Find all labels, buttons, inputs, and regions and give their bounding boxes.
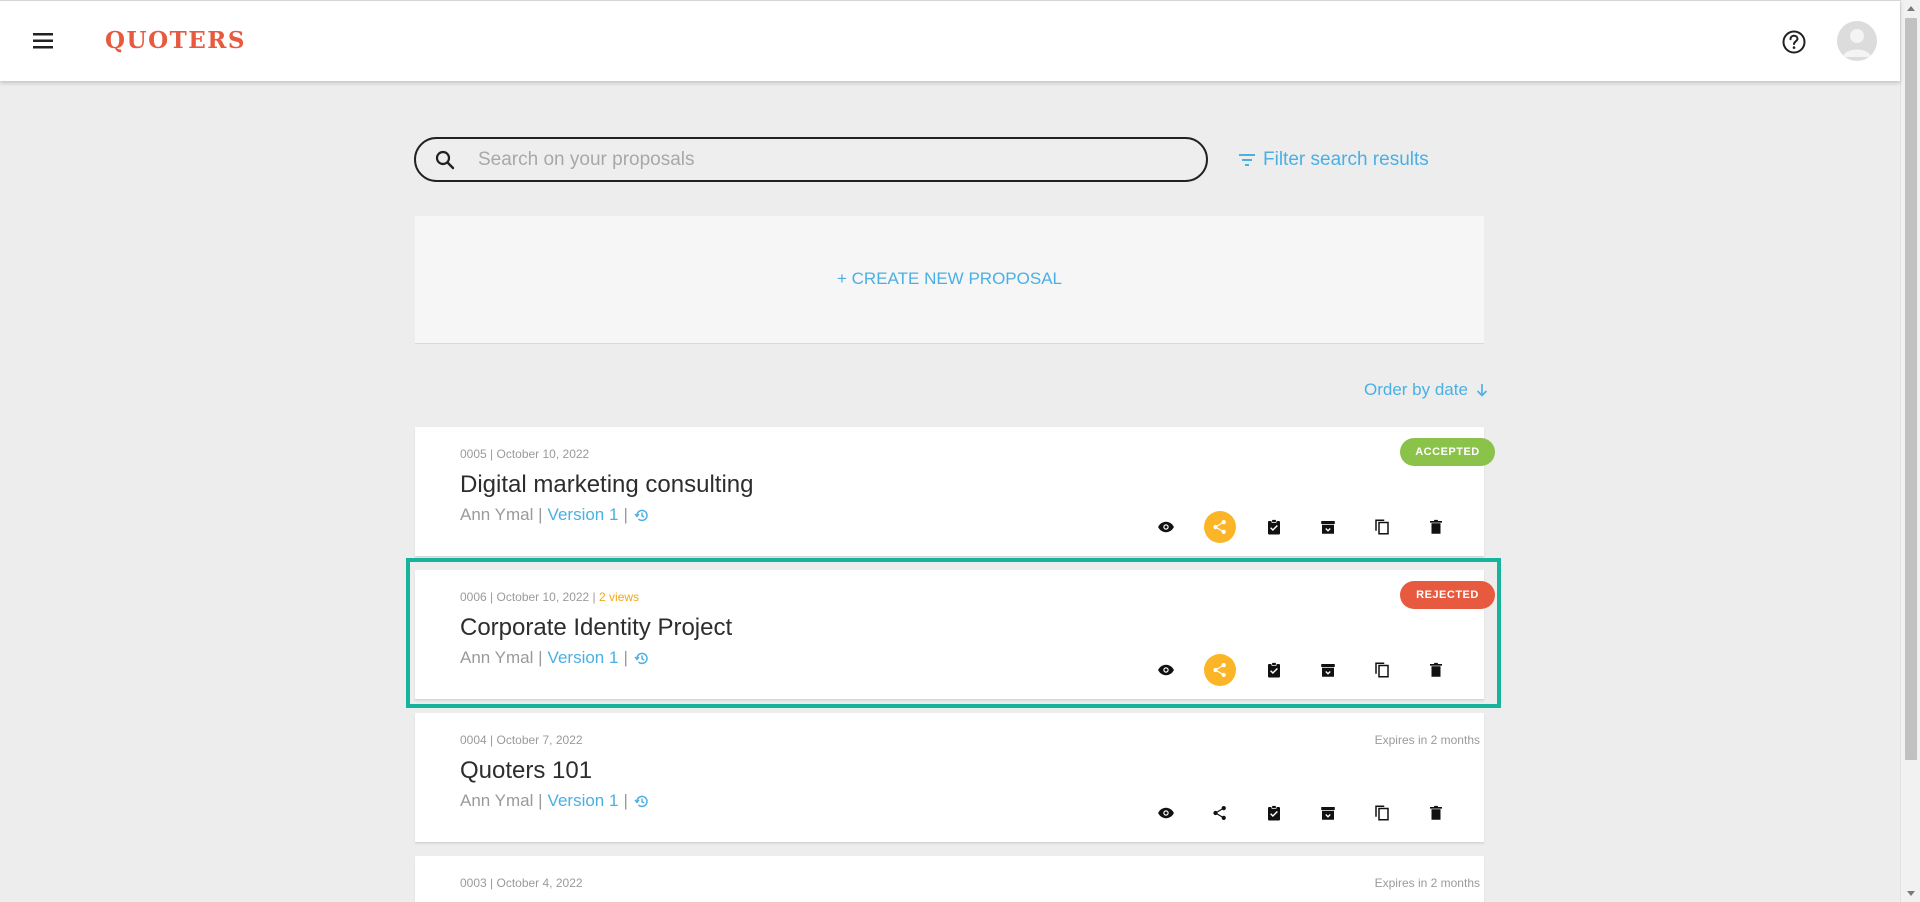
trash-icon — [1430, 519, 1442, 534]
eye-icon — [1158, 807, 1174, 819]
proposal-title[interactable]: Digital marketing consulting — [460, 471, 753, 499]
copy-icon — [1375, 519, 1389, 535]
archive-button[interactable] — [1312, 511, 1344, 543]
archive-button[interactable] — [1312, 797, 1344, 829]
eye-icon — [1158, 521, 1174, 533]
mark-complete-button[interactable] — [1258, 797, 1290, 829]
proposal-owner: Ann Ymal | — [460, 505, 543, 524]
proposal-card[interactable]: 0005 | October 10, 2022 Digital marketin… — [415, 427, 1495, 557]
trash-icon — [1430, 805, 1442, 820]
history-icon[interactable] — [634, 508, 649, 523]
delete-button[interactable] — [1420, 797, 1452, 829]
app-header: QUOTERS — [0, 0, 1900, 81]
expiry-text: Expires in 2 months — [1374, 876, 1480, 890]
delete-button[interactable] — [1420, 511, 1452, 543]
page-scrollbar[interactable] — [1900, 0, 1920, 902]
avatar[interactable] — [1837, 21, 1877, 61]
help-icon[interactable] — [1780, 28, 1808, 56]
search-icon — [434, 149, 456, 171]
scroll-down-arrow-icon[interactable] — [1907, 891, 1915, 896]
create-proposal-panel: + CREATE NEW PROPOSAL — [415, 216, 1484, 344]
create-new-proposal-button[interactable]: + CREATE NEW PROPOSAL — [415, 269, 1484, 289]
history-icon[interactable] — [634, 794, 649, 809]
scroll-thumb[interactable] — [1905, 18, 1917, 760]
separator: | — [623, 791, 628, 810]
share-button[interactable] — [1204, 797, 1236, 829]
share-icon — [1213, 520, 1226, 534]
selection-highlight — [406, 558, 1501, 708]
view-button[interactable] — [1150, 797, 1182, 829]
proposal-meta: 0005 | October 10, 2022 — [460, 447, 590, 461]
proposal-title[interactable]: Quoters 101 — [460, 757, 592, 785]
clipboard-check-icon — [1268, 805, 1280, 821]
proposal-version-link[interactable]: Version 1 — [548, 791, 619, 811]
proposal-version-link[interactable]: Version 1 — [548, 505, 619, 525]
order-by-date-button[interactable]: Order by date — [1364, 380, 1488, 400]
proposal-subtitle: Ann Ymal | Version 1 | — [460, 505, 649, 525]
share-button[interactable] — [1204, 511, 1236, 543]
expiry-text: Expires in 2 months — [1374, 733, 1480, 747]
clipboard-check-icon — [1268, 519, 1280, 535]
archive-icon — [1321, 521, 1335, 534]
filter-icon — [1239, 154, 1255, 166]
status-badge: ACCEPTED — [1400, 438, 1495, 466]
app-logo[interactable]: QUOTERS — [105, 27, 246, 54]
proposal-meta: 0003 | October 4, 2022 — [460, 876, 583, 890]
search-bar — [414, 137, 1208, 182]
order-label: Order by date — [1364, 380, 1468, 399]
archive-icon — [1321, 807, 1335, 820]
proposal-card[interactable]: 0003 | October 4, 2022 Expires in 2 mont… — [415, 856, 1484, 902]
scroll-up-arrow-icon[interactable] — [1907, 6, 1915, 11]
copy-icon — [1375, 805, 1389, 821]
separator: | — [623, 505, 628, 524]
filter-search-results-link[interactable]: Filter search results — [1239, 149, 1429, 171]
arrow-down-icon — [1476, 384, 1488, 397]
proposal-card[interactable]: 0004 | October 7, 2022 Quoters 101 Ann Y… — [415, 713, 1484, 843]
menu-icon[interactable] — [30, 29, 60, 53]
duplicate-button[interactable] — [1366, 511, 1398, 543]
proposal-meta: 0004 | October 7, 2022 — [460, 733, 583, 747]
duplicate-button[interactable] — [1366, 797, 1398, 829]
search-input[interactable] — [478, 145, 1178, 175]
share-icon — [1213, 806, 1226, 820]
mark-complete-button[interactable] — [1258, 511, 1290, 543]
proposal-owner: Ann Ymal | — [460, 791, 543, 810]
proposal-subtitle: Ann Ymal | Version 1 | — [460, 791, 649, 811]
filter-label: Filter search results — [1263, 149, 1429, 170]
view-button[interactable] — [1150, 511, 1182, 543]
